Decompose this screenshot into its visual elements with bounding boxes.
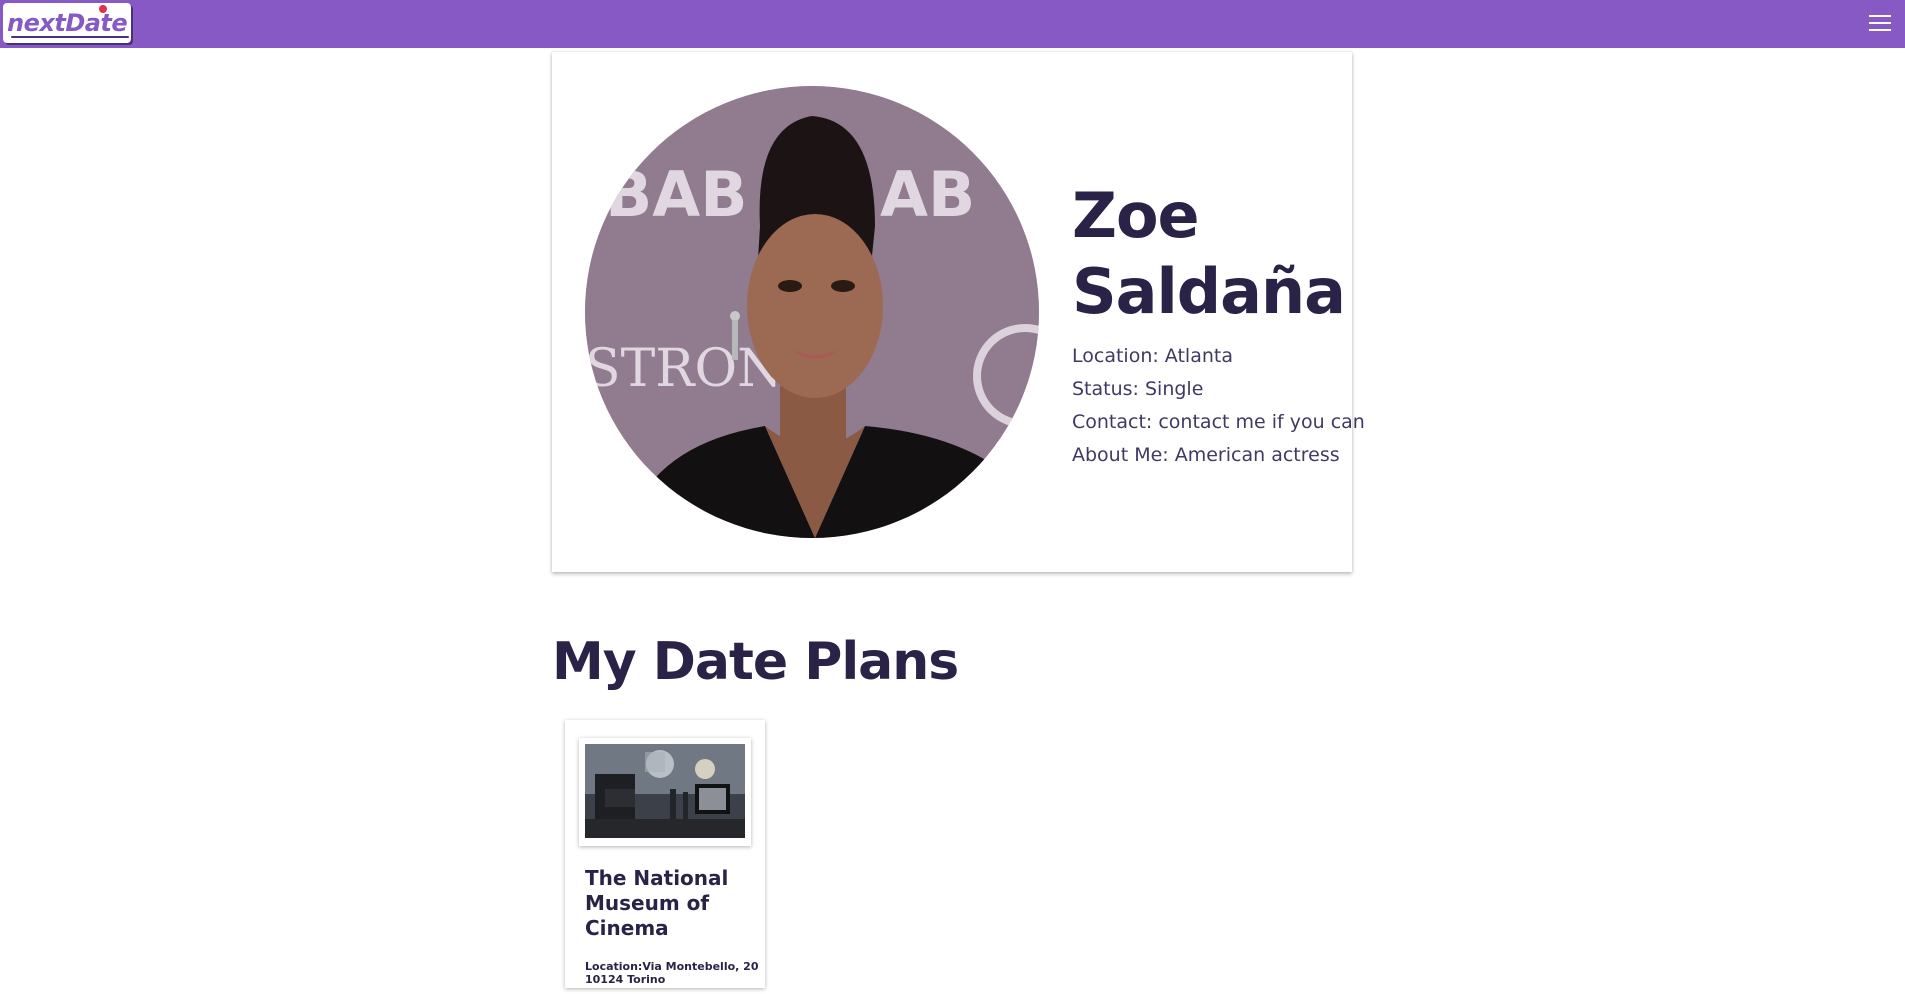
- date-plan-title: The National Museum of Cinema: [585, 866, 729, 940]
- profile-card: BAB AB STRON Zoe Saldaña Location: Atlan…: [552, 52, 1365, 572]
- profile-location: Location: Atlanta: [1072, 345, 1233, 367]
- profile-contact: Contact: contact me if you can: [1072, 411, 1365, 433]
- profile-photo: BAB AB STRON: [585, 86, 1039, 538]
- date-plan-location: Location:Via Montebello, 20 10124 Torino: [585, 960, 759, 986]
- navbar: nextDate: [0, 0, 1905, 48]
- profile-status: Status: Single: [1072, 378, 1204, 400]
- svg-text:STRON: STRON: [585, 339, 783, 399]
- nextdate-logo[interactable]: nextDate: [3, 3, 131, 43]
- date-plan-image-frame: [579, 738, 751, 846]
- hamburger-menu-icon[interactable]: [1868, 12, 1892, 34]
- svg-text:AB: AB: [880, 158, 975, 231]
- cinema-photo: [585, 744, 745, 838]
- date-plans-title: My Date Plans: [552, 632, 959, 692]
- heart-icon: [99, 5, 107, 13]
- logo-text: nextDate: [7, 9, 128, 37]
- svg-text:BAB: BAB: [605, 158, 748, 231]
- date-plan-card[interactable]: The National Museum of Cinema Location:V…: [565, 720, 765, 988]
- profile-about: About Me: American actress: [1072, 444, 1340, 466]
- logo-underline: [11, 36, 129, 38]
- profile-info: Zoe Saldaña Location: Atlanta Status: Si…: [1072, 178, 1365, 472]
- profile-details: Location: Atlanta Status: Single Contact…: [1072, 340, 1365, 472]
- profile-name: Zoe Saldaña: [1072, 179, 1346, 328]
